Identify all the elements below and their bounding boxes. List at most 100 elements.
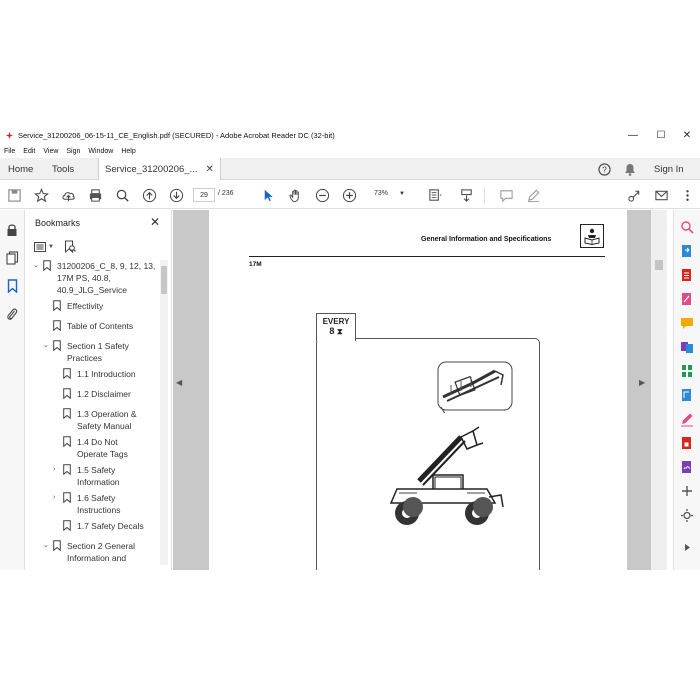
bookmark-icon xyxy=(63,408,71,420)
scrollbar-thumb[interactable] xyxy=(655,260,663,270)
bookmark-icon xyxy=(53,300,61,312)
tab-tools[interactable]: Tools xyxy=(52,158,74,180)
tab-document[interactable]: Service_31200206_... ✕ xyxy=(98,158,221,180)
page-display-icon[interactable] xyxy=(425,185,445,205)
bookmark-label: 1.5 Safety Information xyxy=(77,465,120,487)
bookmark-item-section1[interactable]: ⌄ Section 1 Safety Practices xyxy=(43,340,147,364)
main-toolbar: 29 / 236 73% ▼ xyxy=(0,181,700,209)
bookmarks-toolbar: ▼ xyxy=(34,240,76,253)
expand-chevron-icon[interactable]: ⌄ xyxy=(43,540,51,552)
notifications-bell-icon[interactable] xyxy=(622,158,638,180)
fill-sign-icon[interactable] xyxy=(680,412,694,427)
tools-pane xyxy=(673,210,700,570)
bookmark-item-1-2[interactable]: 1.2 Disclaimer xyxy=(53,388,131,400)
hand-tool-icon[interactable] xyxy=(285,185,305,205)
scrollbar-thumb[interactable] xyxy=(161,266,167,294)
zoom-in-icon[interactable] xyxy=(339,185,359,205)
scan-ocr-icon[interactable] xyxy=(680,388,694,403)
expand-chevron-icon[interactable]: ⌄ xyxy=(43,340,51,352)
service-interval-tag: EVERY 8 ⧗ xyxy=(316,313,356,341)
expand-right-panel-icon[interactable]: ▶ xyxy=(639,378,645,387)
close-panel-icon[interactable]: ✕ xyxy=(150,215,160,229)
page-total: / 236 xyxy=(218,190,234,197)
collapse-tools-pane-icon[interactable] xyxy=(680,540,694,555)
scrolling-mode-icon[interactable] xyxy=(456,185,476,205)
expand-chevron-icon[interactable]: › xyxy=(53,464,61,476)
search-icon[interactable] xyxy=(112,185,132,205)
bookmark-item-1-3[interactable]: 1.3 Operation & Safety Manual xyxy=(53,408,147,432)
protect-icon[interactable] xyxy=(680,436,694,451)
find-bookmark-icon[interactable] xyxy=(64,240,76,253)
close-window-button[interactable]: ✕ xyxy=(674,126,700,144)
window-title: Service_31200206_06-15-11_CE_English.pdf… xyxy=(18,130,335,140)
maximize-button[interactable]: ☐ xyxy=(648,126,674,144)
interval-label: EVERY xyxy=(322,317,350,326)
bookmark-item-1-4[interactable]: 1.4 Do Not Operate Tags xyxy=(53,436,137,460)
expand-chevron-icon[interactable]: ⌄ xyxy=(33,260,41,272)
collapse-left-panel-icon[interactable]: ◀ xyxy=(176,378,182,387)
search-tool-icon[interactable] xyxy=(680,220,694,235)
bookmark-label: 31200206_C_8, 9, 12, 13, 17M PS, 40.8, 4… xyxy=(57,261,156,295)
bookmarks-panel-icon[interactable] xyxy=(4,278,20,294)
page-number-input[interactable]: 29 xyxy=(193,188,215,202)
bookmark-item-section2[interactable]: ⌄ Section 2 General Information and xyxy=(43,540,149,564)
bookmark-label: Section 1 Safety Practices xyxy=(67,341,129,363)
tab-home[interactable]: Home xyxy=(8,158,33,180)
acrobat-logo-icon xyxy=(4,130,14,140)
bookmarks-scrollbar[interactable] xyxy=(160,260,168,565)
next-page-icon[interactable] xyxy=(166,185,186,205)
create-pdf-icon[interactable] xyxy=(680,268,694,283)
document-scrollbar[interactable] xyxy=(651,210,667,570)
zoom-out-icon[interactable] xyxy=(312,185,332,205)
bookmark-label: 1.1 Introduction xyxy=(77,369,136,379)
menu-help[interactable]: Help xyxy=(121,148,135,155)
bookmark-item-1-1[interactable]: 1.1 Introduction xyxy=(53,368,136,380)
more-tools-rail-icon[interactable] xyxy=(680,484,694,499)
email-icon[interactable] xyxy=(651,185,671,205)
save-icon[interactable] xyxy=(4,185,24,205)
attachments-paperclip-icon[interactable] xyxy=(4,306,20,322)
bookmark-item-1-5[interactable]: › 1.5 Safety Information xyxy=(53,464,137,488)
menu-view[interactable]: View xyxy=(43,148,58,155)
bookmark-item-effectivity[interactable]: Effectivity xyxy=(43,300,103,312)
bookmark-item-1-6[interactable]: › 1.6 Safety Instructions xyxy=(53,492,137,516)
tab-bar: Home Tools Service_31200206_... ✕ ? Sign… xyxy=(0,158,700,180)
print-icon[interactable] xyxy=(85,185,105,205)
share-link-icon[interactable] xyxy=(624,185,644,205)
interval-value: 8 xyxy=(329,326,335,336)
bookmark-icon xyxy=(63,464,71,476)
comment-icon[interactable] xyxy=(496,185,516,205)
export-pdf-icon[interactable] xyxy=(680,244,694,259)
highlight-pen-icon[interactable] xyxy=(523,185,543,205)
bookmark-item-root[interactable]: ⌄ 31200206_C_8, 9, 12, 13, 17M PS, 40.8,… xyxy=(33,260,159,296)
bookmarks-panel-title: Bookmarks xyxy=(35,218,81,228)
combine-files-icon[interactable] xyxy=(680,340,694,355)
bookmark-item-toc[interactable]: Table of Contents xyxy=(43,320,133,332)
bookmark-icon xyxy=(43,260,51,272)
edit-pdf-icon[interactable] xyxy=(680,292,694,307)
menu-window[interactable]: Window xyxy=(88,148,113,155)
close-tab-icon[interactable]: ✕ xyxy=(205,164,213,175)
lock-icon[interactable] xyxy=(4,222,20,238)
customize-tools-icon[interactable] xyxy=(680,508,694,523)
menu-file[interactable]: File xyxy=(4,148,15,155)
help-icon[interactable]: ? xyxy=(596,158,612,180)
menu-edit[interactable]: Edit xyxy=(23,148,35,155)
upload-cloud-icon[interactable] xyxy=(58,185,78,205)
bookmark-star-icon[interactable] xyxy=(31,185,51,205)
bookmark-options-icon[interactable]: ▼ xyxy=(34,241,54,252)
comment-tool-icon[interactable] xyxy=(680,316,694,331)
previous-page-icon[interactable] xyxy=(139,185,159,205)
bookmark-item-1-7[interactable]: 1.7 Safety Decals xyxy=(53,520,144,532)
minimize-button[interactable]: — xyxy=(620,126,646,144)
zoom-level-select[interactable]: 73% ▼ xyxy=(374,190,405,197)
maintenance-figure xyxy=(316,338,540,570)
sign-in-link[interactable]: Sign In xyxy=(654,158,684,180)
select-cursor-icon[interactable] xyxy=(258,185,278,205)
organize-pages-icon[interactable] xyxy=(680,364,694,379)
expand-chevron-icon[interactable]: › xyxy=(53,492,61,504)
request-signature-icon[interactable] xyxy=(680,460,694,475)
more-tools-icon[interactable] xyxy=(677,185,697,205)
menu-sign[interactable]: Sign xyxy=(66,148,80,155)
page-thumbnails-icon[interactable] xyxy=(4,250,20,266)
